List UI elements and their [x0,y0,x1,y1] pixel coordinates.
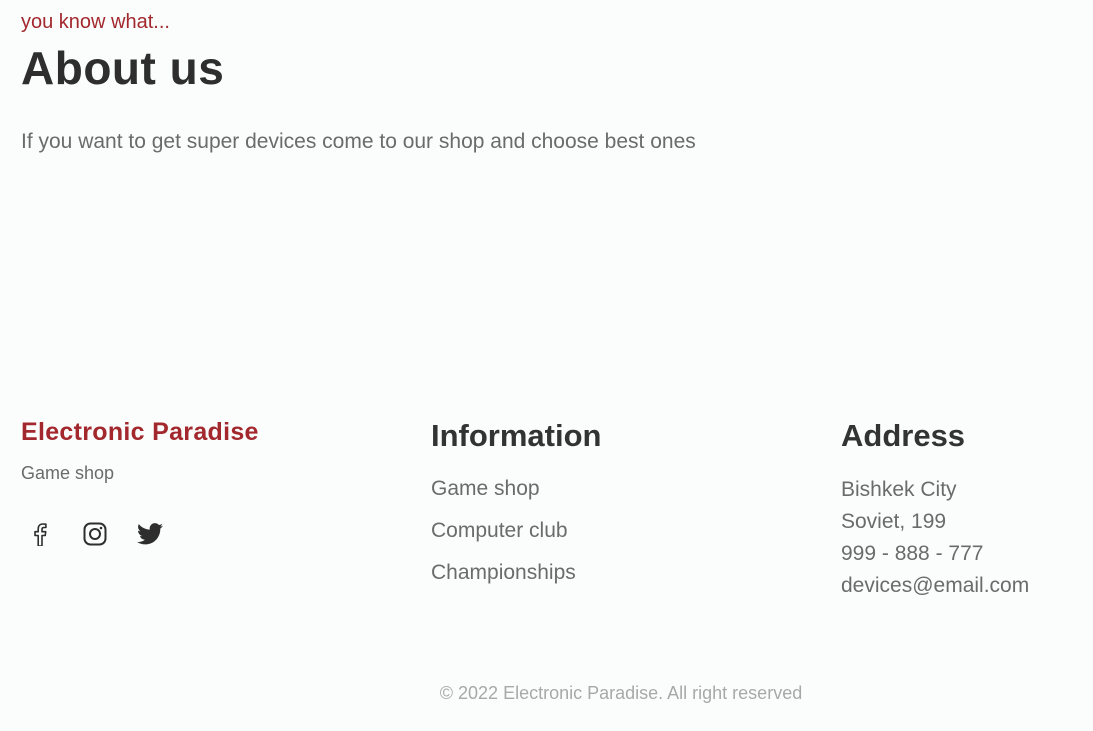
information-title: Information [431,418,602,453]
brand-name[interactable]: Electronic Paradise [21,412,259,452]
about-text: If you want to get super devices come to… [21,130,696,153]
information-link-game-shop[interactable]: Game shop [431,474,602,504]
information-list: Game shop Computer club Championships [431,474,602,588]
copyright: © 2022 Electronic Paradise. All right re… [439,683,803,703]
twitter-icon [137,523,163,545]
about-title: About us [21,42,225,94]
about-eyebrow: you know what... [21,11,170,33]
about-section: you know what... About us If you want to… [21,8,1071,156]
instagram-icon [83,522,107,546]
address-city: Bishkek City [841,478,957,501]
footer-information-column: Information Game shop Computer club Cham… [431,412,602,600]
address-title: Address [841,418,966,453]
address-phone: 999 - 888 - 777 [841,542,984,565]
footer-brand-column: Electronic Paradise Game shop [21,412,259,549]
facebook-icon [33,522,47,546]
twitter-link[interactable] [135,519,165,549]
instagram-link[interactable] [80,519,110,549]
facebook-link[interactable] [25,519,55,549]
social-links [25,519,259,549]
address-street: Soviet, 199 [841,510,947,533]
address-list: Bishkek City Soviet, 199 999 - 888 - 777… [841,474,1029,602]
information-link-championships[interactable]: Championships [431,558,602,588]
address-email: devices@email.com [841,574,1030,597]
brand-subtitle: Game shop [21,463,115,483]
information-link-computer-club[interactable]: Computer club [431,516,602,546]
footer-address-column: Address Bishkek City Soviet, 199 999 - 8… [841,412,1029,602]
